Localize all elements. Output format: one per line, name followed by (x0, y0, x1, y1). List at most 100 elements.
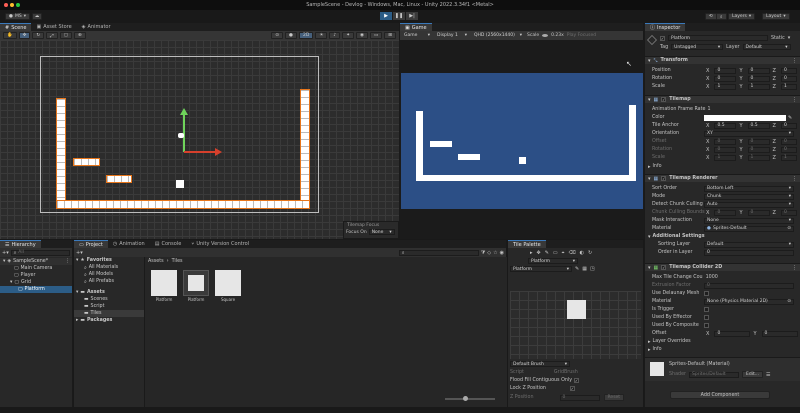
tree-all-materials[interactable]: ⌕ All Materials (74, 264, 144, 271)
breadcrumb-assets[interactable]: Assets (148, 259, 164, 264)
pause-button[interactable]: ❚❚ (393, 12, 405, 20)
tree-tiles[interactable]: ▬ Tiles (74, 310, 144, 317)
tilemap-header[interactable]: ▾ ▦ ✓ Tilemap ⋮ (645, 95, 800, 103)
rotate-tool-button[interactable]: ↻ (32, 32, 45, 39)
detect-dropdown[interactable]: Auto ▾ (704, 201, 794, 208)
eraser-icon[interactable]: ⌫ (568, 250, 575, 256)
active-tilemap-dropdown[interactable]: Platform ▾ (528, 258, 578, 264)
effector-checkbox[interactable] (704, 315, 709, 320)
sort-order-dropdown[interactable]: Bottom Left ▾ (704, 185, 794, 192)
gizmos-button[interactable]: ⊞ (384, 32, 396, 39)
gizmo-pivot-button[interactable]: ⊙ (271, 32, 284, 39)
tab-project[interactable]: ▭ Project (74, 240, 108, 248)
collider-info-row[interactable]: ▸ Info (648, 346, 662, 353)
gizmo-x-arrow[interactable] (215, 148, 222, 156)
gizmo-toggle-icon[interactable]: ◳ (590, 266, 595, 272)
star-icon[interactable]: ☆ (493, 250, 497, 256)
transform-header[interactable]: ▾ ⤡ Transform ⋮ (645, 56, 800, 64)
mode-dropdown[interactable]: Chunk ▾ (704, 193, 794, 200)
transform-tool-button[interactable]: ⊕ (74, 32, 86, 39)
tab-animation[interactable]: ◷ Animation (108, 240, 150, 248)
project-search[interactable]: ⌕ (398, 249, 479, 256)
rect-tool-button[interactable]: ▢ (59, 32, 73, 39)
palette-dropdown[interactable]: Platform ▾ (510, 266, 572, 272)
hierarchy-item-main-camera[interactable]: ▢ Main Camera (0, 265, 72, 272)
sorting-layer-dropdown[interactable]: Default ▾ (704, 241, 794, 248)
gizmo-x-axis[interactable] (184, 151, 216, 153)
asset-item-platform-tile[interactable]: Platform (151, 270, 177, 302)
tree-all-prefabs[interactable]: ⌕ All Prefabs (74, 278, 144, 285)
tree-favorites[interactable]: ▾ ★ Favorites (74, 257, 144, 264)
anchor-z-field[interactable]: 0 (780, 122, 797, 129)
close-window-icon[interactable] (4, 3, 8, 7)
history-button[interactable]: ⟲ (705, 13, 717, 20)
move-tool-icon[interactable]: ✥ (537, 250, 541, 256)
picker-icon[interactable]: ⌖ (562, 250, 565, 256)
audio-button[interactable]: ♪ (329, 32, 341, 39)
paint-brush-icon[interactable]: ✎ (545, 250, 549, 256)
play-focused-dropdown[interactable]: Play Focused (567, 33, 596, 38)
layers-dropdown[interactable]: Layers ▾ (728, 13, 756, 20)
tab-inspector[interactable]: ⓘ Inspector (645, 23, 686, 31)
color-swatch[interactable] (704, 114, 786, 121)
rotate-icon[interactable]: ↻ (588, 250, 592, 256)
scale-x-field[interactable]: 1 (714, 83, 737, 90)
scale-y-field[interactable]: 1 (747, 83, 770, 90)
tilemap-info-row[interactable]: ▸ Info (648, 163, 662, 170)
component-menu-icon[interactable]: ⋮ (792, 58, 797, 64)
tab-asset-store[interactable]: ▣ Asset Store (31, 23, 76, 31)
scale-tool-button[interactable]: ⤢ (46, 32, 58, 39)
effects-button[interactable]: ✦ (342, 32, 355, 39)
player-sprite[interactable] (176, 180, 184, 188)
mask-dropdown[interactable]: None ▾ (704, 217, 794, 224)
tab-tile-palette[interactable]: Tile Palette (508, 240, 546, 248)
gizmo-center[interactable] (178, 133, 184, 138)
rotation-x-field[interactable]: 0 (714, 75, 737, 82)
resolution-dropdown[interactable]: QHD (2560x1440) ▾ (472, 32, 524, 39)
active-checkbox[interactable]: ✓ (660, 35, 665, 41)
renderer-header[interactable]: ▾ ▦ ✓ Tilemap Renderer ⋮ (645, 174, 800, 182)
maximize-window-icon[interactable] (16, 3, 20, 7)
select-tool-icon[interactable]: ▸ (530, 250, 533, 256)
additional-settings-row[interactable]: ▾ Additional Settings (648, 233, 705, 240)
display-dropdown[interactable]: Display 1 ▾ (435, 32, 469, 39)
layout-dropdown[interactable]: Layout ▾ (762, 13, 790, 20)
hierarchy-search[interactable]: ⌕ All (10, 249, 70, 256)
tag-dropdown[interactable]: Untagged ▾ (671, 44, 724, 50)
position-z-field[interactable]: 0 (780, 67, 797, 74)
trigger-checkbox[interactable] (704, 307, 709, 312)
shading-mode-button[interactable]: ● (285, 32, 297, 39)
lock-z-checkbox[interactable]: ✓ (569, 386, 575, 391)
frame-rate-value[interactable]: 1 (707, 107, 710, 112)
tab-console[interactable]: ▤ Console (150, 240, 187, 248)
hand-tool-button[interactable]: ✋ (3, 32, 17, 39)
camera-button[interactable]: ▭ (369, 32, 383, 39)
search-button[interactable]: ⌕ (716, 13, 727, 20)
hidden-objects-button[interactable]: ◉ (356, 32, 368, 39)
add-icon[interactable]: +▾ (76, 250, 83, 256)
component-menu-icon[interactable]: ⋮ (792, 97, 797, 103)
tab-hierarchy[interactable]: ☰ Hierarchy (0, 240, 41, 248)
max-tile-value[interactable]: 1000 (706, 275, 718, 280)
tab-version-control[interactable]: ⑂ Unity Version Control (186, 240, 254, 248)
scale-slider[interactable] (542, 34, 549, 37)
flood-fill-checkbox[interactable]: ✓ (574, 378, 580, 383)
tree-scenes[interactable]: ▬ Scenes (74, 296, 144, 303)
hierarchy-item-platform[interactable]: ▢ Platform (0, 286, 72, 293)
label-icon[interactable]: ◇ (487, 250, 491, 256)
eye-icon[interactable]: ◉ (500, 250, 504, 256)
asset-item-platform-palette[interactable]: Platform (183, 270, 209, 302)
eyedropper-icon[interactable]: ✎ (788, 115, 792, 121)
component-menu-icon[interactable]: ⋮ (792, 176, 797, 182)
tree-assets[interactable]: ▾ ▬ Assets (74, 289, 144, 296)
add-icon[interactable]: +▾ (2, 250, 9, 256)
menu-icon[interactable]: ⋮ (65, 259, 70, 264)
gizmo-y-arrow[interactable] (180, 108, 188, 115)
position-x-field[interactable]: 0 (714, 67, 737, 74)
hierarchy-item-player[interactable]: ▢ Player (0, 272, 72, 279)
order-layer-field[interactable]: 0 (704, 249, 794, 256)
target-icon[interactable]: ⊙ (787, 299, 791, 304)
collider-material-field[interactable]: None (Physics Material 2D) ⊙ (704, 298, 794, 305)
renderer-enabled-checkbox[interactable]: ✓ (661, 176, 667, 181)
tree-script[interactable]: ▬ Script (74, 303, 144, 310)
